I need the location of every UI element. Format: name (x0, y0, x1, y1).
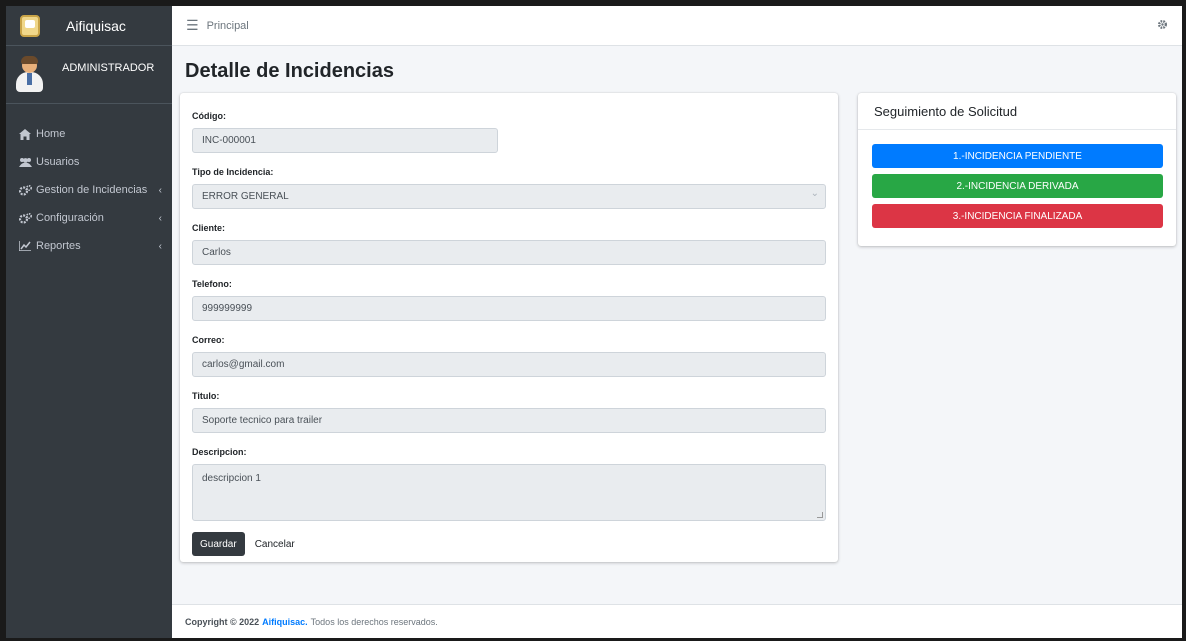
correo-label: Correo: (192, 335, 225, 345)
tipo-incidencia-label: Tipo de Incidencia: (192, 167, 274, 177)
codigo-field[interactable]: INC-000001 (192, 128, 498, 153)
users-icon (18, 156, 32, 168)
breadcrumb[interactable]: Principal (207, 20, 249, 32)
save-button[interactable]: Guardar (192, 532, 245, 556)
titulo-field[interactable]: Soporte tecnico para trailer (192, 408, 826, 433)
chevron-left-icon: ‹ (158, 240, 162, 252)
footer-brand-link[interactable]: Aifiquisac. (262, 617, 308, 627)
main-content: Detalle de Incidencias Código: INC-00000… (172, 46, 1182, 638)
telefono-label: Telefono: (192, 279, 232, 289)
codigo-label: Código: (192, 111, 226, 121)
user-name: ADMINISTRADOR (62, 62, 155, 74)
tracking-title: Seguimiento de Solicitud (858, 93, 1176, 130)
sidebar-item-label: Configuración (36, 212, 104, 224)
app-window: Aifiquisac ADMINISTRADOR Home Usuarios G… (6, 6, 1182, 638)
status-step-derivada[interactable]: 2.-INCIDENCIA DERIVADA (872, 174, 1163, 198)
tracking-card: Seguimiento de Solicitud 1.-INCIDENCIA P… (858, 93, 1176, 246)
cliente-field[interactable]: Carlos (192, 240, 826, 265)
chart-icon (18, 240, 32, 252)
descripcion-label: Descripcion: (192, 447, 247, 457)
brand-name: Aifiquisac (66, 17, 126, 34)
topbar: ☰ Principal (172, 6, 1182, 46)
sidebar-item-usuarios[interactable]: Usuarios (6, 148, 172, 176)
avatar (16, 56, 43, 92)
user-panel[interactable]: ADMINISTRADOR (6, 46, 172, 104)
form-actions: Guardar Cancelar (192, 532, 826, 556)
brand-logo-icon (20, 14, 40, 37)
sidebar-item-home[interactable]: Home (6, 120, 172, 148)
sidebar-item-gestion-incidencias[interactable]: Gestion de Incidencias ‹ (6, 176, 172, 204)
page-title: Detalle de Incidencias (185, 60, 394, 82)
chevron-left-icon: ‹ (158, 212, 162, 224)
descripcion-textarea[interactable]: descripcion 1 (192, 464, 826, 521)
sidebar-item-configuracion[interactable]: Configuración ‹ (6, 204, 172, 232)
hamburger-menu-icon[interactable]: ☰ (186, 17, 199, 34)
sidebar-item-reportes[interactable]: Reportes ‹ (6, 232, 172, 260)
correo-field[interactable]: carlos@gmail.com (192, 352, 826, 377)
status-step-finalizada[interactable]: 3.-INCIDENCIA FINALIZADA (872, 204, 1163, 228)
sidebar: Aifiquisac ADMINISTRADOR Home Usuarios G… (6, 6, 172, 638)
brand-link[interactable]: Aifiquisac (6, 6, 172, 46)
sidebar-item-label: Reportes (36, 240, 81, 252)
footer-rights: Todos los derechos reservados. (310, 616, 438, 627)
cancel-button[interactable]: Cancelar (255, 539, 295, 550)
home-icon (18, 128, 32, 140)
sidebar-item-label: Usuarios (36, 156, 80, 168)
gear-icon[interactable] (1157, 19, 1168, 33)
sidebar-nav: Home Usuarios Gestion de Incidencias ‹ C… (6, 104, 172, 260)
tracking-steps: 1.-INCIDENCIA PENDIENTE 2.-INCIDENCIA DE… (858, 130, 1176, 228)
chevron-left-icon: ‹ (158, 184, 162, 196)
cliente-label: Cliente: (192, 223, 226, 233)
footer: Copyright © 2022 Aifiquisac. Todos los d… (172, 604, 1182, 638)
incident-form-card: Código: INC-000001 Tipo de Incidencia: E… (180, 93, 838, 562)
status-step-pendiente[interactable]: 1.-INCIDENCIA PENDIENTE (872, 144, 1163, 168)
sidebar-item-label: Home (36, 128, 66, 140)
titulo-label: Titulo: (192, 391, 220, 401)
footer-copyright: Copyright © 2022 (185, 616, 260, 627)
sidebar-item-label: Gestion de Incidencias (36, 184, 148, 196)
telefono-field[interactable]: 999999999 (192, 296, 826, 321)
cogs-icon (18, 212, 32, 224)
cogs-icon (18, 184, 32, 196)
tipo-incidencia-select[interactable]: ERROR GENERAL (192, 184, 826, 209)
